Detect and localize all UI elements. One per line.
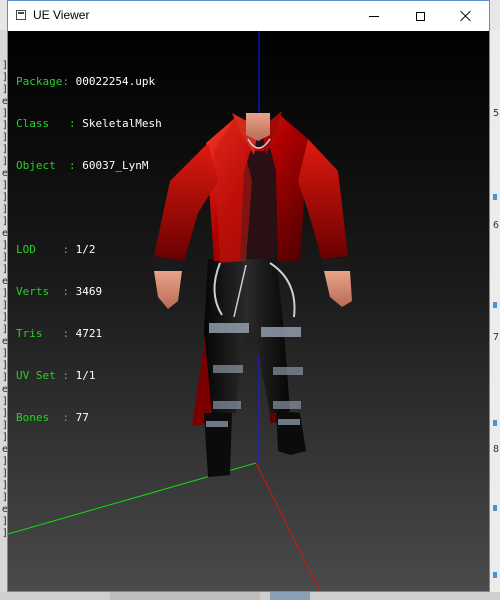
title-bar[interactable]: UE Viewer [8, 1, 489, 31]
info-value: 77 [75, 411, 89, 424]
window-app-icon [16, 10, 26, 20]
info-row-uv-set: UV Set : 1/1 [16, 369, 96, 382]
background-block [270, 592, 310, 600]
minimize-icon [369, 15, 379, 17]
mesh-info-overlay: Package: 00022254.upk Class : SkeletalMe… [16, 47, 162, 453]
background-marker [493, 505, 497, 511]
minimize-button[interactable] [351, 1, 397, 31]
background-line-number: 5 [493, 108, 500, 119]
info-label: Class [16, 117, 50, 130]
info-value: 1/2 [75, 243, 96, 256]
background-block [110, 592, 260, 600]
info-label: Object [16, 159, 56, 172]
maximize-icon [415, 11, 425, 21]
background-marker [493, 302, 497, 308]
info-value: 3469 [75, 285, 103, 298]
info-label: Verts [16, 285, 50, 298]
background-marker [493, 194, 497, 200]
info-row-bones: Bones : 77 [16, 411, 89, 424]
info-value: 60037_LynM [82, 159, 149, 172]
background-line-number: 8 [493, 444, 500, 455]
close-button[interactable] [443, 1, 489, 31]
info-row-tris: Tris : 4721 [16, 327, 103, 340]
close-icon [460, 10, 472, 22]
info-value: 4721 [75, 327, 103, 340]
info-value: 1/1 [75, 369, 96, 382]
ue-viewer-window[interactable]: UE Viewer Package: 00022254.upk Class: … [7, 0, 490, 592]
background-line-number: 6 [493, 220, 500, 231]
background-marker [493, 572, 497, 578]
info-label: LOD [16, 243, 36, 256]
info-label: Package [16, 75, 63, 88]
info-row-class: Class : SkeletalMesh [16, 117, 162, 130]
info-label: UV Set [16, 369, 56, 382]
maximize-button[interactable] [397, 1, 443, 31]
3d-viewport[interactable]: Package: 00022254.upk Class : SkeletalMe… [8, 31, 489, 591]
info-label: Bones [16, 411, 50, 424]
info-value: SkeletalMesh [82, 117, 162, 130]
character-boots [204, 411, 306, 477]
info-row-lod: LOD : 1/2 [16, 243, 96, 256]
info-value: 00022254.upk [75, 75, 156, 88]
background-line-number: 7 [493, 332, 500, 343]
info-label: Tris [16, 327, 43, 340]
window-title: UE Viewer [33, 8, 90, 22]
info-row-object: Object : 60037_LynM [16, 159, 149, 172]
info-row-package: Package: 00022254.upk [16, 75, 156, 88]
axis-x-line [255, 462, 321, 591]
background-marker [493, 420, 497, 426]
character-neck [246, 113, 270, 141]
info-row-verts: Verts : 3469 [16, 285, 103, 298]
